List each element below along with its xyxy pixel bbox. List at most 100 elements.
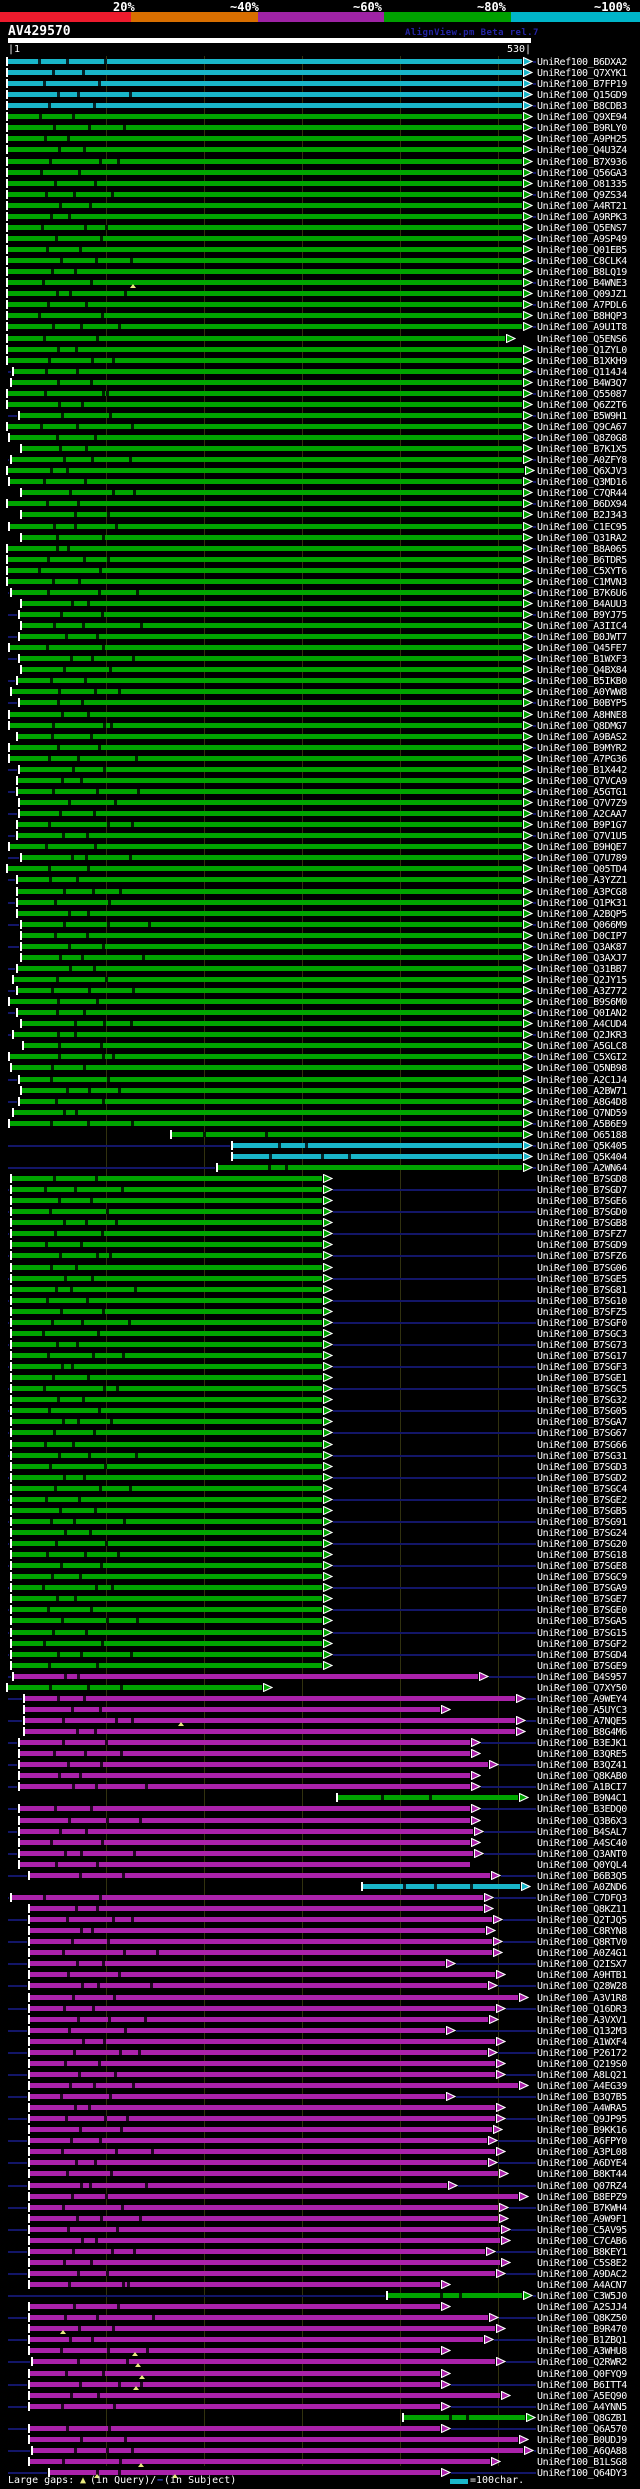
hit-bar[interactable] [20,1840,470,1845]
hit-bar[interactable] [12,1630,322,1635]
hit-bar[interactable] [30,2116,495,2121]
hit-bar[interactable] [8,258,522,263]
hit-bar[interactable] [12,590,522,595]
hit-bar[interactable] [12,1563,322,1568]
hit-bar[interactable] [233,1154,522,1159]
hit-bar[interactable] [30,2149,495,2154]
hit-label[interactable]: UniRef100_B8KT44 [537,2169,627,2180]
hit-bar[interactable] [20,1762,488,1767]
hit-bar[interactable] [30,2105,495,2110]
hit-bar[interactable] [22,955,522,960]
hit-bar[interactable] [338,1795,518,1800]
hit-bar[interactable] [8,70,522,75]
hit-bar[interactable] [22,535,522,540]
hit-bar[interactable] [30,2249,485,2254]
hit-bar[interactable] [8,402,522,407]
hit-bar[interactable] [33,2359,495,2364]
hit-bar[interactable] [30,2039,495,2044]
hit-bar[interactable] [30,1928,485,1933]
hit-bar[interactable] [8,291,522,296]
hit-label[interactable]: UniRef100_B7SFZ6 [537,1251,627,1262]
hit-bar[interactable] [22,944,522,949]
hit-bar[interactable] [30,2083,518,2088]
hit-bar[interactable] [8,170,522,175]
hit-bar[interactable] [12,1209,322,1214]
hit-bar[interactable] [20,1077,522,1082]
hit-bar[interactable] [12,1320,322,1325]
hit-bar[interactable] [8,866,522,871]
hit-bar[interactable] [22,855,522,860]
hit-label[interactable]: UniRef100_Q2RWR2 [537,2357,627,2368]
hit-bar[interactable] [22,490,522,495]
hit-bar[interactable] [30,2238,500,2243]
hit-bar[interactable] [14,977,522,982]
hit-bar[interactable] [8,336,505,341]
hit-bar[interactable] [30,2404,440,2409]
hit-bar[interactable] [8,313,522,318]
hit-bar[interactable] [12,1242,322,1247]
hit-bar[interactable] [20,800,522,805]
hit-bar[interactable] [30,2006,495,2011]
hit-bar[interactable] [30,2227,500,2232]
hit-bar[interactable] [218,1165,522,1170]
hit-bar[interactable] [404,2415,525,2420]
hit-bar[interactable] [20,767,522,772]
hit-label[interactable]: UniRef100_B0BYP5 [537,698,627,709]
hit-bar[interactable] [10,745,522,750]
hit-bar[interactable] [12,1386,322,1391]
hit-bar[interactable] [30,2282,440,2287]
hit-bar[interactable] [8,501,522,506]
hit-bar[interactable] [8,236,522,241]
hit-bar[interactable] [30,1873,490,1878]
hit-bar[interactable] [30,2183,447,2188]
hit-bar[interactable] [8,192,522,197]
hit-bar[interactable] [14,369,522,374]
hit-bar[interactable] [12,1364,322,1369]
hit-bar[interactable] [12,1552,322,1557]
hit-bar[interactable] [12,1486,322,1491]
hit-bar[interactable] [12,1408,322,1413]
hit-bar[interactable] [22,446,522,451]
hit-bar[interactable] [30,2050,487,2055]
hit-bar[interactable] [12,1585,322,1590]
hit-bar[interactable] [30,2304,440,2309]
hit-bar[interactable] [20,612,522,617]
hit-bar[interactable] [25,1718,515,1723]
hit-bar[interactable] [12,1464,322,1469]
hit-bar[interactable] [8,424,522,429]
hit-bar[interactable] [8,114,522,119]
hit-bar[interactable] [10,524,522,529]
hit-bar[interactable] [30,2437,518,2442]
hit-bar[interactable] [30,2382,440,2387]
hit-bar[interactable] [20,413,522,418]
hit-label[interactable]: UniRef100_Q28W28 [537,1981,627,1992]
hit-bar[interactable] [30,2393,500,2398]
hit-label[interactable]: UniRef100_A3YZZ1 [537,875,627,886]
hit-bar[interactable] [8,280,522,285]
hit-bar[interactable] [12,1430,322,1435]
hit-label[interactable]: UniRef100_A9U1T8 [537,322,627,333]
hit-bar[interactable] [8,358,522,363]
hit-label[interactable]: UniRef100_B7SGA5 [537,1616,627,1627]
hit-bar[interactable] [8,181,522,186]
hit-bar[interactable] [22,601,522,606]
hit-bar[interactable] [8,568,522,573]
hit-bar[interactable] [30,2072,495,2077]
hit-bar[interactable] [12,1541,322,1546]
hit-bar[interactable] [8,546,522,551]
hit-bar[interactable] [30,2160,487,2165]
hit-bar[interactable] [10,723,522,728]
hit-bar[interactable] [30,1950,492,1955]
hit-bar[interactable] [20,1099,522,1104]
hit-bar[interactable] [30,1961,445,1966]
hit-bar[interactable] [8,92,522,97]
hit-bar[interactable] [10,435,522,440]
hit-bar[interactable] [12,1895,483,1900]
hit-bar[interactable] [18,988,522,993]
hit-bar[interactable] [12,1265,322,1270]
hit-bar[interactable] [25,1707,440,1712]
hit-bar[interactable] [30,2371,440,2376]
hit-bar[interactable] [8,81,522,86]
hit-bar[interactable] [363,1884,520,1889]
hit-bar[interactable] [20,656,522,661]
